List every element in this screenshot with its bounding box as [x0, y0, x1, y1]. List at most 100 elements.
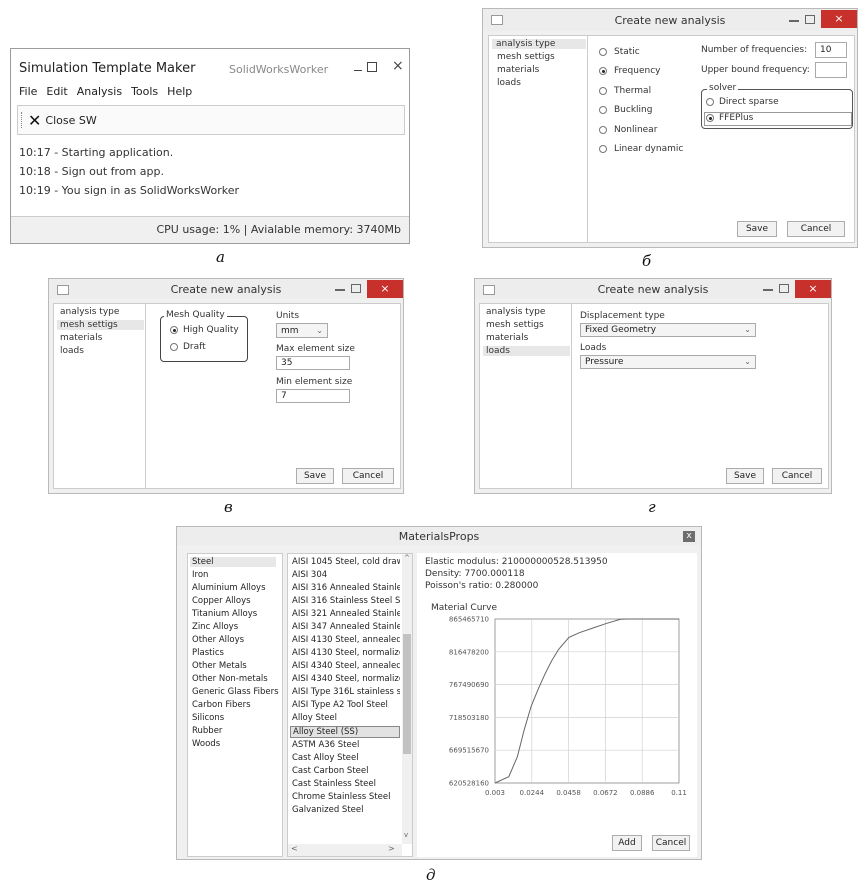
minimize-button[interactable] — [789, 20, 799, 22]
material-item[interactable]: AISI Type 316L stainless stee — [292, 687, 400, 697]
nav-materials[interactable]: materials — [60, 333, 102, 343]
radio-frequency[interactable] — [599, 67, 607, 75]
scroll-right-icon[interactable]: > — [388, 844, 395, 853]
category-item[interactable]: Woods — [192, 739, 220, 749]
maximize-button[interactable] — [351, 284, 361, 293]
close-window-button[interactable]: × — [392, 58, 404, 74]
radio-thermal[interactable] — [599, 87, 607, 95]
maximize-button[interactable] — [805, 15, 815, 24]
loads-select[interactable]: Pressure ⌄ — [580, 355, 756, 369]
cancel-button[interactable]: Cancel — [787, 221, 845, 237]
save-button[interactable]: Save — [296, 468, 334, 484]
menu-tools[interactable]: Tools — [131, 85, 158, 98]
scroll-left-icon[interactable]: < — [291, 844, 298, 853]
category-item[interactable]: Other Alloys — [192, 635, 244, 645]
material-item[interactable]: AISI 4340 Steel, annealed — [292, 661, 400, 671]
cancel-button[interactable]: Cancel — [652, 835, 690, 851]
save-button[interactable]: Save — [726, 468, 764, 484]
category-item[interactable]: Carbon Fibers — [192, 700, 251, 710]
nav-loads[interactable]: loads — [483, 346, 570, 356]
nav-mesh-settings[interactable]: mesh settigs — [497, 52, 555, 62]
menu-analysis[interactable]: Analysis — [77, 85, 122, 98]
radio-static[interactable] — [599, 48, 607, 56]
material-item[interactable]: AISI 1045 Steel, cold drawn — [292, 557, 400, 567]
upper-freq-input[interactable] — [815, 62, 847, 78]
nav-loads[interactable]: loads — [60, 346, 84, 356]
nav-analysis-type[interactable]: analysis type — [486, 307, 545, 317]
category-item[interactable]: Steel — [190, 557, 276, 567]
vertical-scrollbar[interactable]: ^ v — [402, 554, 412, 844]
close-sw-button[interactable]: ✕ Close SW — [28, 110, 97, 130]
category-item[interactable]: Other Non-metals — [192, 674, 268, 684]
radio-draft[interactable] — [170, 343, 178, 351]
scroll-up-icon[interactable]: ^ — [404, 554, 410, 562]
window-icon — [57, 285, 69, 295]
minimize-button[interactable] — [354, 70, 362, 71]
material-item[interactable]: Cast Alloy Steel — [292, 753, 400, 763]
nav-loads[interactable]: loads — [497, 78, 521, 88]
nav-analysis-type[interactable]: analysis type — [492, 39, 586, 49]
radio-high-quality[interactable] — [170, 326, 178, 334]
radio-linear-dynamic[interactable] — [599, 145, 607, 153]
cancel-button[interactable]: Cancel — [342, 468, 394, 484]
category-item[interactable]: Copper Alloys — [192, 596, 251, 606]
material-item[interactable]: Cast Carbon Steel — [292, 766, 400, 776]
close-button[interactable]: x — [683, 531, 695, 542]
category-item[interactable]: Titanium Alloys — [192, 609, 257, 619]
material-item[interactable]: Chrome Stainless Steel — [292, 792, 400, 802]
material-item[interactable]: AISI 304 — [292, 570, 400, 580]
material-item[interactable]: AISI 4130 Steel, annealed at — [292, 635, 400, 645]
save-button[interactable]: Save — [737, 221, 777, 237]
category-item[interactable]: Rubber — [192, 726, 222, 736]
category-item[interactable]: Aluminium Alloys — [192, 583, 266, 593]
displacement-type-select[interactable]: Fixed Geometry ⌄ — [580, 323, 756, 337]
material-item[interactable]: AISI 4130 Steel, normalized — [292, 648, 400, 658]
minimize-button[interactable] — [335, 289, 345, 291]
min-size-input[interactable]: 7 — [276, 389, 350, 403]
scroll-thumb[interactable] — [403, 634, 411, 754]
freq-count-input[interactable]: 10 — [815, 42, 847, 58]
material-item[interactable]: AISI 321 Annealed Stainless — [292, 609, 400, 619]
y-tick-label: 816478200 — [449, 648, 489, 656]
add-button[interactable]: Add — [612, 835, 642, 851]
nav-materials[interactable]: materials — [497, 65, 539, 75]
material-item[interactable]: Galvanized Steel — [292, 805, 400, 815]
category-item[interactable]: Iron — [192, 570, 208, 580]
nav-mesh-settings[interactable]: mesh settigs — [486, 320, 544, 330]
material-item[interactable]: AISI Type A2 Tool Steel — [292, 700, 400, 710]
close-button[interactable]: × — [821, 10, 857, 28]
category-item[interactable]: Generic Glass Fibers — [192, 687, 279, 697]
material-item[interactable]: Alloy Steel — [292, 713, 400, 723]
radio-nonlinear[interactable] — [599, 126, 607, 134]
horizontal-scrollbar[interactable]: < > — [288, 844, 402, 856]
menu-help[interactable]: Help — [167, 85, 192, 98]
menu-file[interactable]: File — [19, 85, 37, 98]
material-item[interactable]: AISI 316 Stainless Steel Shee — [292, 596, 400, 606]
material-item[interactable]: AISI 4340 Steel, normalized — [292, 674, 400, 684]
menu-edit[interactable]: Edit — [46, 85, 67, 98]
close-button[interactable]: × — [367, 280, 403, 298]
minimize-button[interactable] — [763, 289, 773, 291]
material-item[interactable]: ASTM A36 Steel — [292, 740, 400, 750]
cancel-button[interactable]: Cancel — [772, 468, 822, 484]
radio-buckling[interactable] — [599, 106, 607, 114]
material-item[interactable]: Cast Stainless Steel — [292, 779, 400, 789]
nav-analysis-type[interactable]: analysis type — [60, 307, 119, 317]
scroll-down-icon[interactable]: v — [404, 831, 408, 839]
material-item-selected[interactable]: Alloy Steel (SS) — [290, 726, 400, 738]
max-size-input[interactable]: 35 — [276, 356, 350, 370]
category-item[interactable]: Zinc Alloys — [192, 622, 238, 632]
material-item[interactable]: AISI 347 Annealed Stainless — [292, 622, 400, 632]
nav-mesh-settings[interactable]: mesh settigs — [57, 320, 144, 330]
radio-direct-sparse[interactable] — [706, 98, 714, 106]
maximize-button[interactable] — [367, 62, 377, 72]
radio-ffeplus[interactable] — [706, 114, 714, 122]
material-item[interactable]: AISI 316 Annealed Stainless — [292, 583, 400, 593]
category-item[interactable]: Other Metals — [192, 661, 247, 671]
nav-materials[interactable]: materials — [486, 333, 528, 343]
category-item[interactable]: Plastics — [192, 648, 224, 658]
maximize-button[interactable] — [779, 284, 789, 293]
units-select[interactable]: mm ⌄ — [276, 323, 328, 338]
close-button[interactable]: × — [795, 280, 831, 298]
category-item[interactable]: Silicons — [192, 713, 224, 723]
